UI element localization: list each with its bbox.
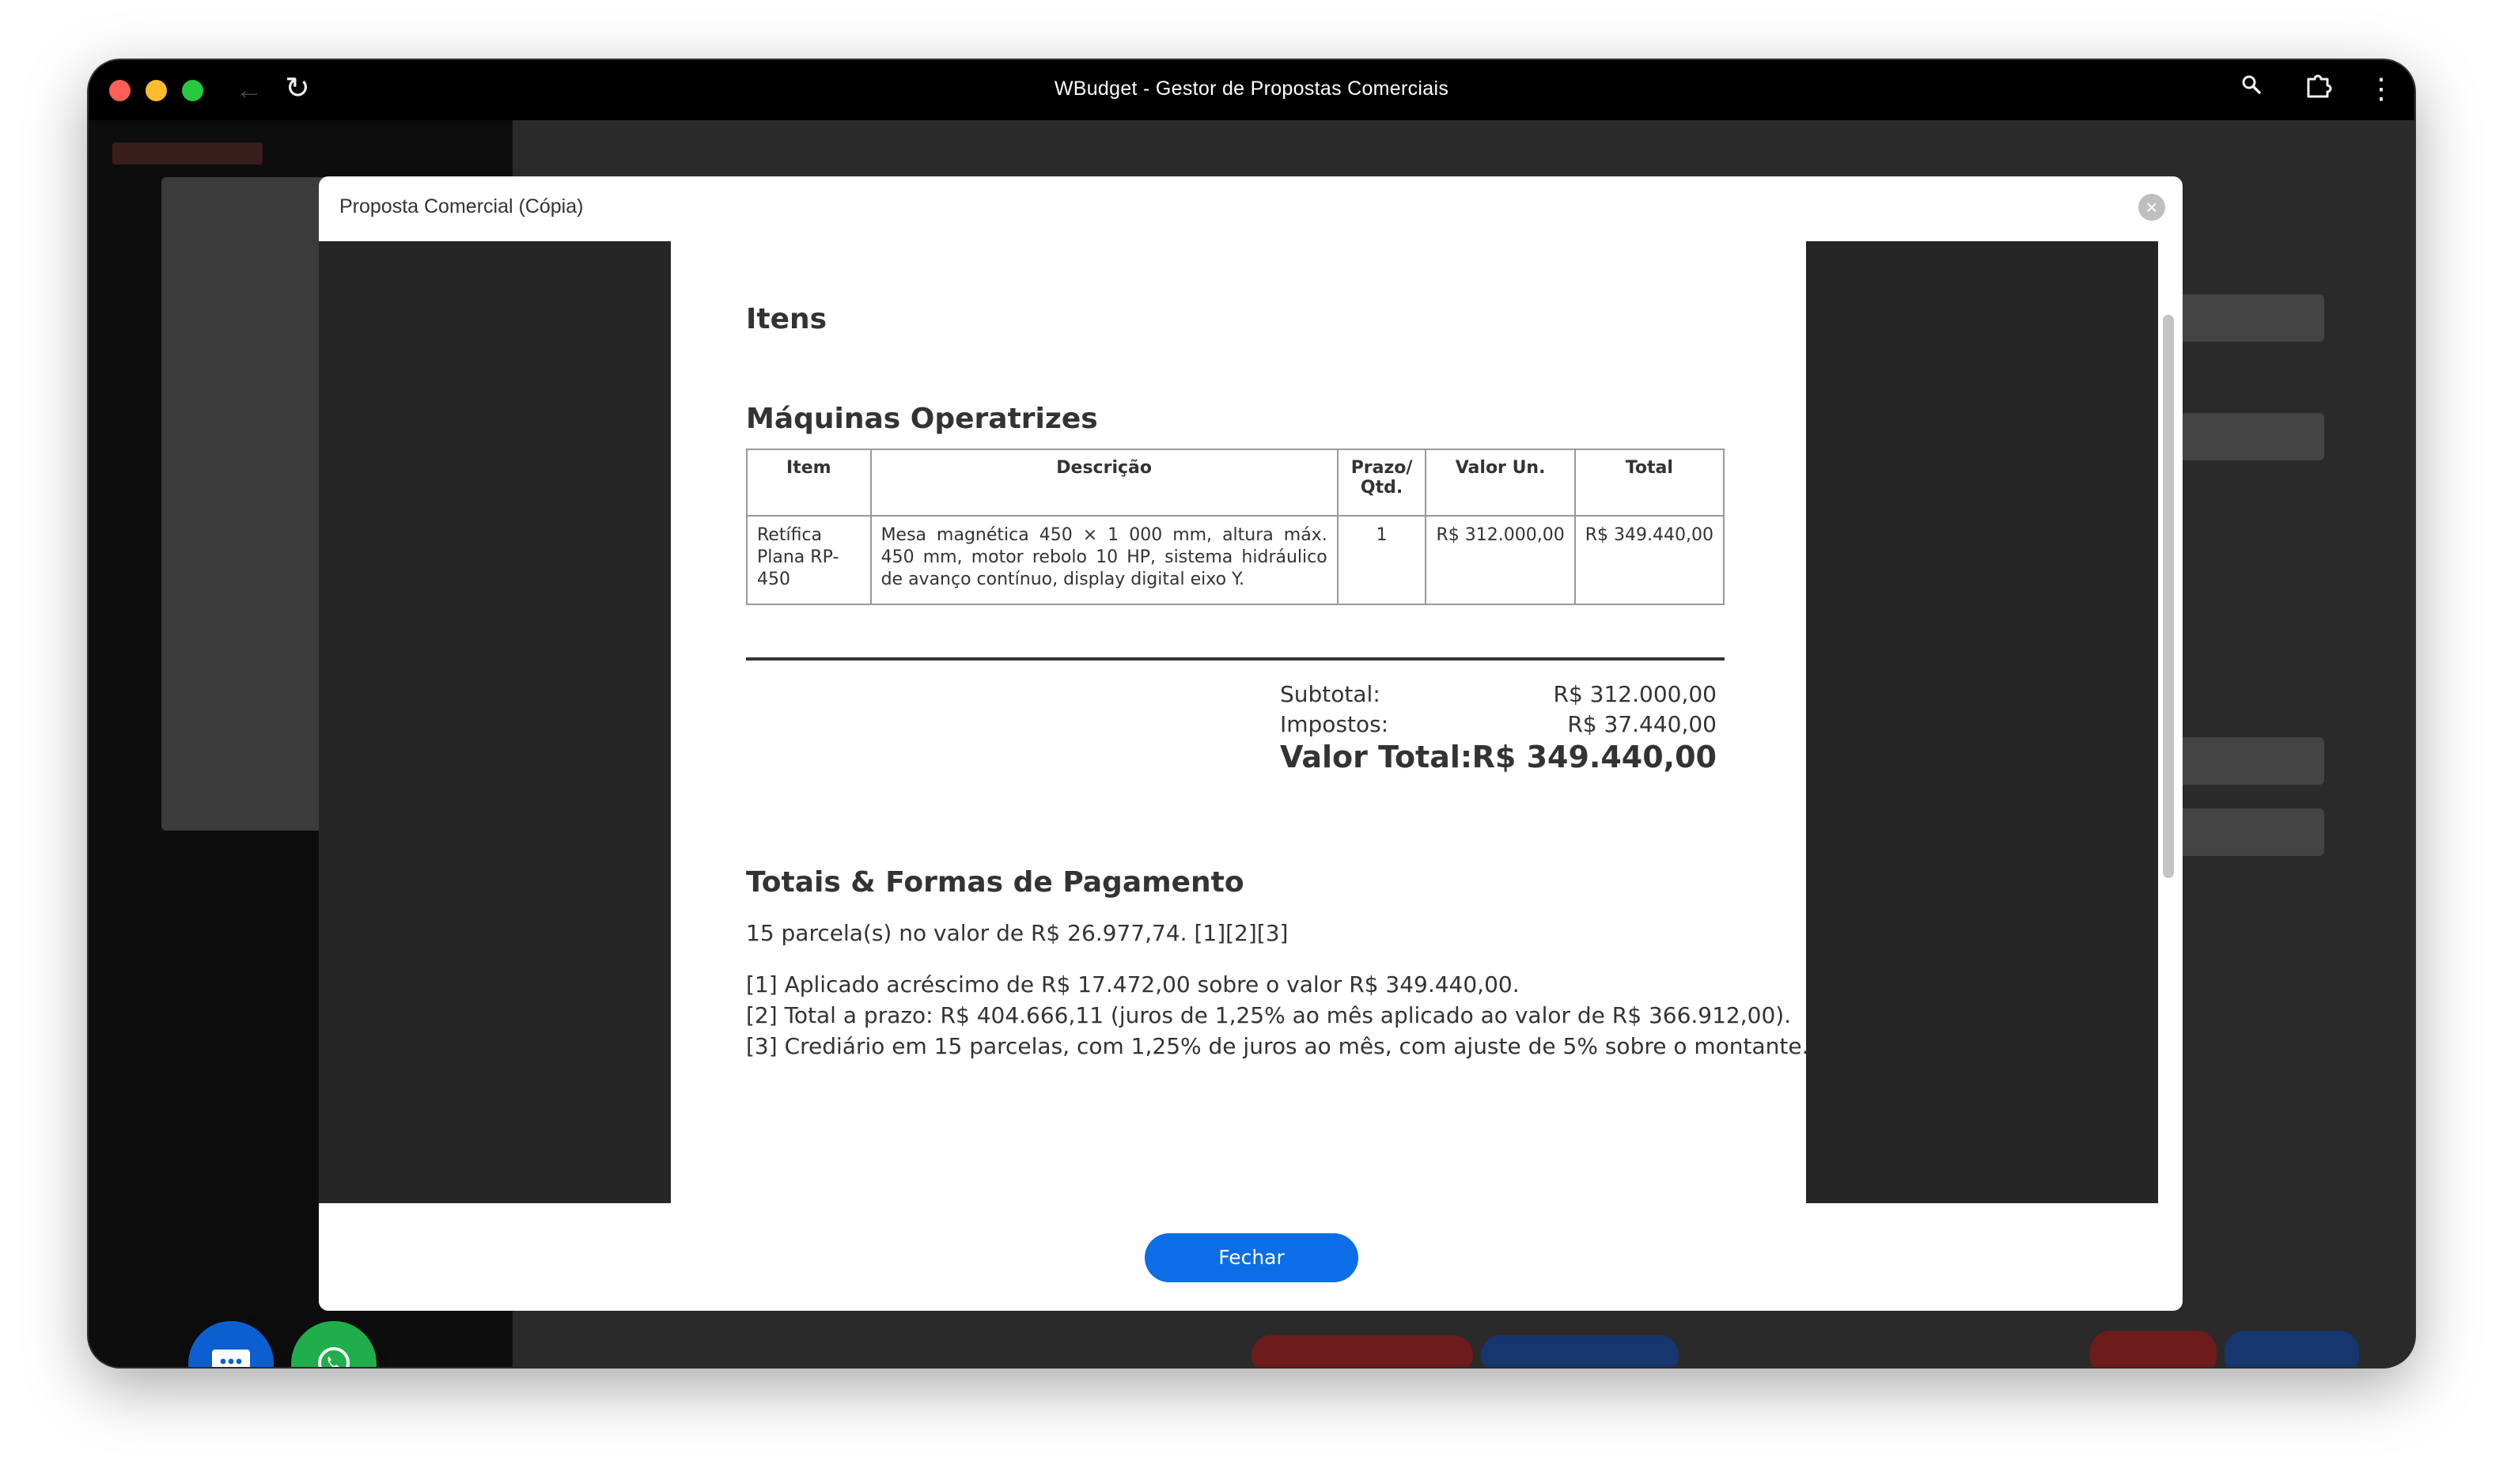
cell-total: R$ 349.440,00 [1573, 515, 1725, 605]
items-table: Item Descrição Prazo/ Qtd. Valor Un. Tot… [746, 449, 1725, 605]
grand-total-label: Valor Total: [1280, 740, 1473, 774]
header-unit-value: Valor Un. [1425, 449, 1576, 517]
header-prazo-qtd: Prazo/ Qtd. [1336, 449, 1427, 517]
subtotal-label: Subtotal: [1280, 681, 1380, 707]
background-logo [112, 142, 263, 165]
header-description: Descrição [869, 449, 1339, 517]
payment-notes: [1] Aplicado acréscimo de R$ 17.472,00 s… [746, 969, 1809, 1062]
cell-description: Mesa magnética 450 × 1 000 mm, altura má… [869, 515, 1339, 605]
items-heading: Itens [746, 303, 827, 335]
subtotal-value: R$ 312.000,00 [1553, 681, 1717, 707]
puzzle-icon[interactable] [2304, 71, 2332, 108]
payment-note: [1] Aplicado acréscimo de R$ 17.472,00 s… [746, 971, 1520, 998]
modal-title: Proposta Comercial (Cópia) [339, 195, 584, 218]
background-button [2090, 1331, 2217, 1367]
proposal-modal: Proposta Comercial (Cópia) × Itens Máqui… [319, 176, 2183, 1311]
table-header-row: Item Descrição Prazo/ Qtd. Valor Un. Tot… [746, 449, 1725, 517]
payment-note: [3] Crediário em 15 parcelas, com 1,25% … [746, 1033, 1809, 1059]
section-title: Máquinas Operatrizes [746, 403, 1098, 435]
scrollbar-thumb[interactable] [2163, 315, 2174, 878]
background-button [2225, 1331, 2359, 1367]
document-viewer: Itens Máquinas Operatrizes Item Descriçã… [319, 241, 2158, 1203]
title-bar: ← ↻ WBudget - Gestor de Propostas Comerc… [89, 60, 2414, 120]
payment-heading: Totais & Formas de Pagamento [746, 866, 1244, 899]
close-circle-icon[interactable]: × [2138, 194, 2165, 221]
taxes-label: Impostos: [1280, 711, 1389, 737]
cell-unit-value: R$ 312.000,00 [1425, 515, 1576, 605]
header-item: Item [746, 449, 872, 517]
kebab-menu-icon[interactable]: ⋮ [2367, 71, 2395, 106]
totals-divider [746, 657, 1725, 661]
background-button [1252, 1335, 1473, 1367]
close-button[interactable]: Fechar [1145, 1233, 1358, 1282]
window-title: WBudget - Gestor de Propostas Comerciais [1054, 78, 1449, 100]
header-total: Total [1573, 449, 1725, 517]
installments-text: 15 parcela(s) no valor de R$ 26.977,74. … [746, 920, 1289, 946]
grand-total-value: R$ 349.440,00 [1471, 740, 1717, 774]
cell-item: Retífica Plana RP-450 [746, 515, 872, 605]
zoom-icon[interactable] [2240, 71, 2263, 106]
payment-note: [2] Total a prazo: R$ 404.666,11 (juros … [746, 1002, 1792, 1028]
cell-qty: 1 [1336, 515, 1427, 605]
taxes-value: R$ 37.440,00 [1567, 711, 1717, 737]
document-page: Itens Máquinas Operatrizes Item Descriçã… [671, 241, 1809, 1203]
table-row: Retífica Plana RP-450 Mesa magnética 450… [746, 515, 1725, 605]
background-button [1481, 1335, 1679, 1367]
